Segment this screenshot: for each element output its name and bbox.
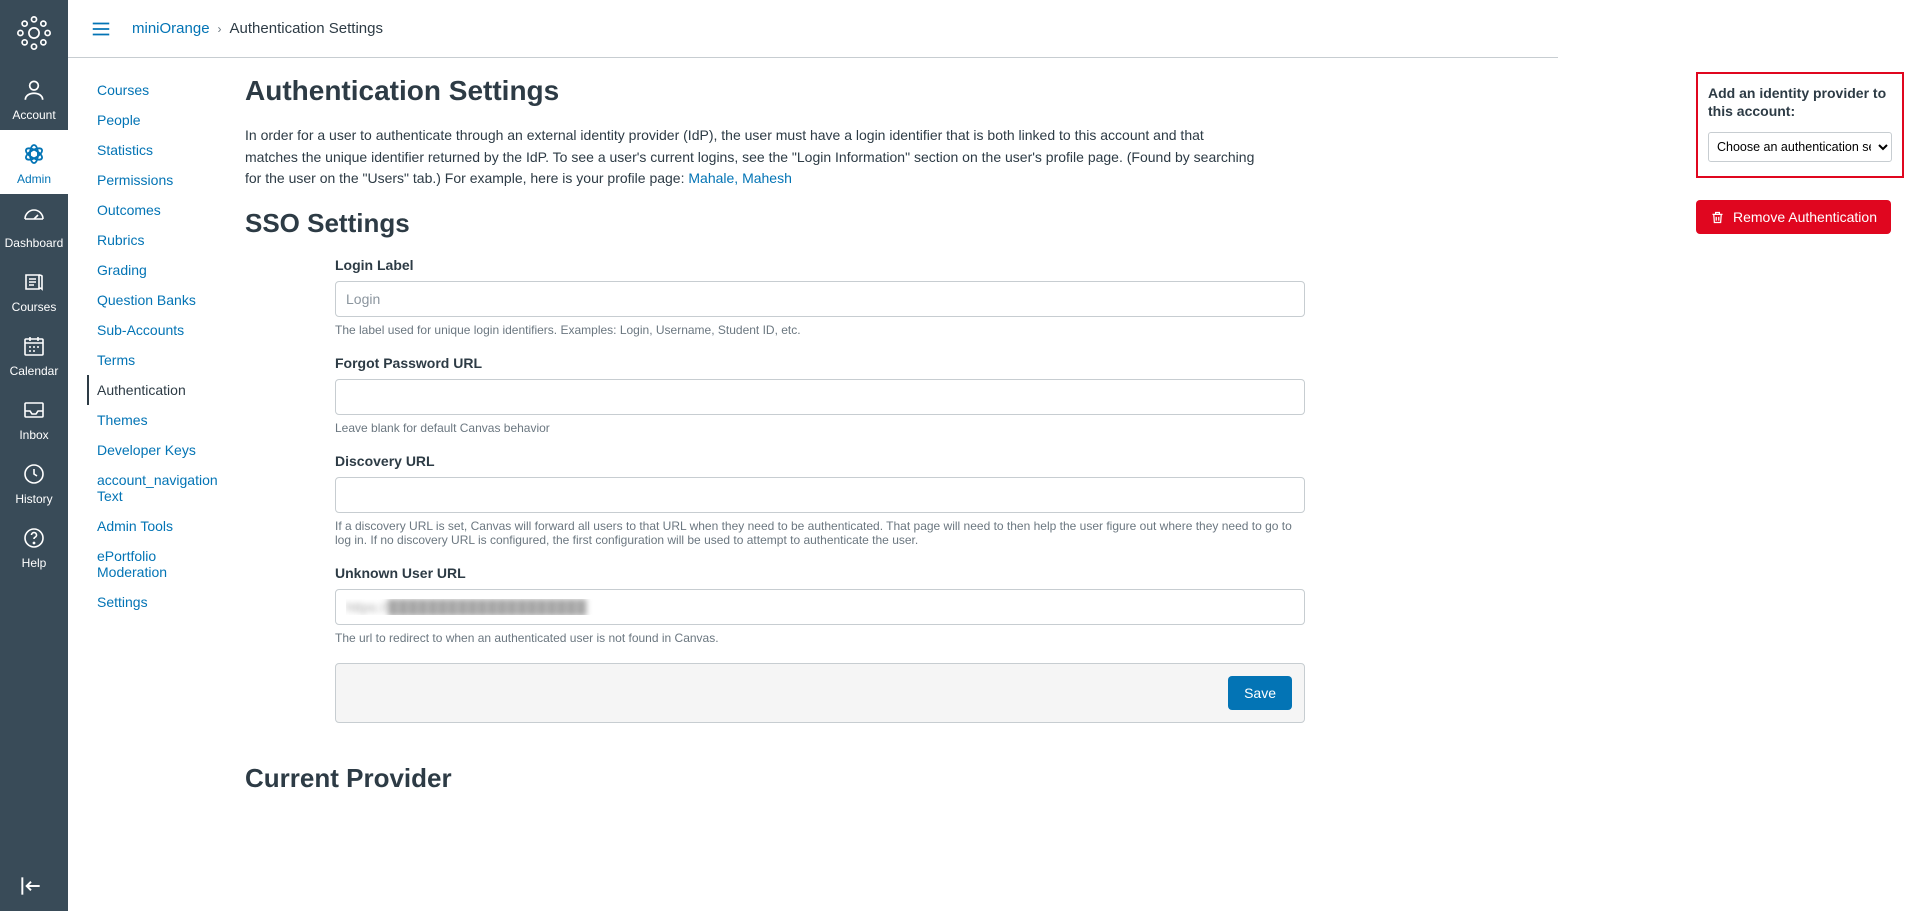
- global-nav: Account Admin Dashboard Courses Calendar…: [0, 0, 68, 911]
- nav-help[interactable]: Help: [0, 514, 68, 578]
- account-subnav: CoursesPeopleStatisticsPermissionsOutcom…: [87, 75, 227, 617]
- login-label-label: Login Label: [335, 257, 1305, 273]
- save-bar: Save: [335, 663, 1305, 723]
- nav-courses[interactable]: Courses: [0, 258, 68, 322]
- subnav-item-developer-keys[interactable]: Developer Keys: [87, 435, 227, 465]
- idp-select[interactable]: Choose an authentication service: [1708, 132, 1892, 162]
- subnav-item-terms[interactable]: Terms: [87, 345, 227, 375]
- remove-authentication-button[interactable]: Remove Authentication: [1696, 200, 1891, 234]
- admin-icon: [20, 140, 48, 168]
- account-icon: [20, 76, 48, 104]
- save-button[interactable]: Save: [1228, 676, 1292, 710]
- nav-collapse[interactable]: [0, 861, 68, 911]
- nav-calendar-label: Calendar: [10, 364, 59, 378]
- courses-icon: [20, 268, 48, 296]
- subnav-item-statistics[interactable]: Statistics: [87, 135, 227, 165]
- add-idp-box: Add an identity provider to this account…: [1696, 72, 1904, 178]
- subnav-item-settings[interactable]: Settings: [87, 587, 227, 617]
- hamburger-menu[interactable]: [88, 16, 114, 42]
- login-label-help: The label used for unique login identifi…: [335, 323, 1305, 337]
- forgot-url-help: Leave blank for default Canvas behavior: [335, 421, 1305, 435]
- discovery-url-label: Discovery URL: [335, 453, 1305, 469]
- intro-paragraph: In order for a user to authenticate thro…: [245, 125, 1255, 190]
- subnav-item-permissions[interactable]: Permissions: [87, 165, 227, 195]
- nav-account-label: Account: [12, 108, 55, 122]
- breadcrumb-root[interactable]: miniOrange: [132, 20, 210, 37]
- calendar-icon: [20, 332, 48, 360]
- breadcrumb: miniOrange › Authentication Settings: [132, 20, 383, 37]
- unknown-user-url-input[interactable]: [335, 589, 1305, 625]
- subnav-item-admin-tools[interactable]: Admin Tools: [87, 511, 227, 541]
- subnav-item-courses[interactable]: Courses: [87, 75, 227, 105]
- sso-settings-heading: SSO Settings: [245, 208, 1305, 239]
- nav-admin-label: Admin: [17, 172, 51, 186]
- page-title: Authentication Settings: [245, 75, 1305, 107]
- discovery-url-help: If a discovery URL is set, Canvas will f…: [335, 519, 1305, 547]
- nav-calendar[interactable]: Calendar: [0, 322, 68, 386]
- history-icon: [20, 460, 48, 488]
- discovery-url-input[interactable]: [335, 477, 1305, 513]
- topbar: miniOrange › Authentication Settings: [68, 0, 1558, 58]
- nav-admin[interactable]: Admin: [0, 130, 68, 194]
- nav-courses-label: Courses: [12, 300, 57, 314]
- current-provider-heading: Current Provider: [245, 763, 1305, 794]
- subnav-item-account-navigation-text[interactable]: account_navigation Text: [87, 465, 227, 511]
- nav-history-label: History: [15, 492, 52, 506]
- profile-link[interactable]: Mahale, Mahesh: [688, 170, 792, 186]
- help-icon: [20, 524, 48, 552]
- add-idp-title: Add an identity provider to this account…: [1708, 84, 1892, 120]
- unknown-user-url-help: The url to redirect to when an authentic…: [335, 631, 1305, 645]
- unknown-user-url-label: Unknown User URL: [335, 565, 1305, 581]
- subnav-item-rubrics[interactable]: Rubrics: [87, 225, 227, 255]
- nav-inbox[interactable]: Inbox: [0, 386, 68, 450]
- trash-icon: [1710, 210, 1725, 225]
- forgot-url-label: Forgot Password URL: [335, 355, 1305, 371]
- subnav-item-eportfolio-moderation[interactable]: ePortfolio Moderation: [87, 541, 227, 587]
- nav-account[interactable]: Account: [0, 66, 68, 130]
- subnav-item-authentication[interactable]: Authentication: [87, 375, 227, 405]
- subnav-item-sub-accounts[interactable]: Sub-Accounts: [87, 315, 227, 345]
- canvas-logo[interactable]: [17, 16, 51, 50]
- nav-dashboard-label: Dashboard: [5, 236, 64, 250]
- subnav-item-themes[interactable]: Themes: [87, 405, 227, 435]
- login-label-input[interactable]: [335, 281, 1305, 317]
- right-panel: Add an identity provider to this account…: [1696, 72, 1904, 234]
- subnav-item-question-banks[interactable]: Question Banks: [87, 285, 227, 315]
- nav-inbox-label: Inbox: [19, 428, 48, 442]
- main-content: Authentication Settings In order for a u…: [245, 75, 1305, 794]
- subnav-item-outcomes[interactable]: Outcomes: [87, 195, 227, 225]
- subnav-item-people[interactable]: People: [87, 105, 227, 135]
- nav-dashboard[interactable]: Dashboard: [0, 194, 68, 258]
- inbox-icon: [20, 396, 48, 424]
- nav-help-label: Help: [22, 556, 47, 570]
- chevron-right-icon: ›: [218, 22, 222, 36]
- nav-history[interactable]: History: [0, 450, 68, 514]
- forgot-url-input[interactable]: [335, 379, 1305, 415]
- breadcrumb-current: Authentication Settings: [230, 20, 383, 37]
- subnav-item-grading[interactable]: Grading: [87, 255, 227, 285]
- sso-form: Login Label The label used for unique lo…: [335, 257, 1305, 723]
- dashboard-icon: [20, 204, 48, 232]
- remove-authentication-label: Remove Authentication: [1733, 209, 1877, 225]
